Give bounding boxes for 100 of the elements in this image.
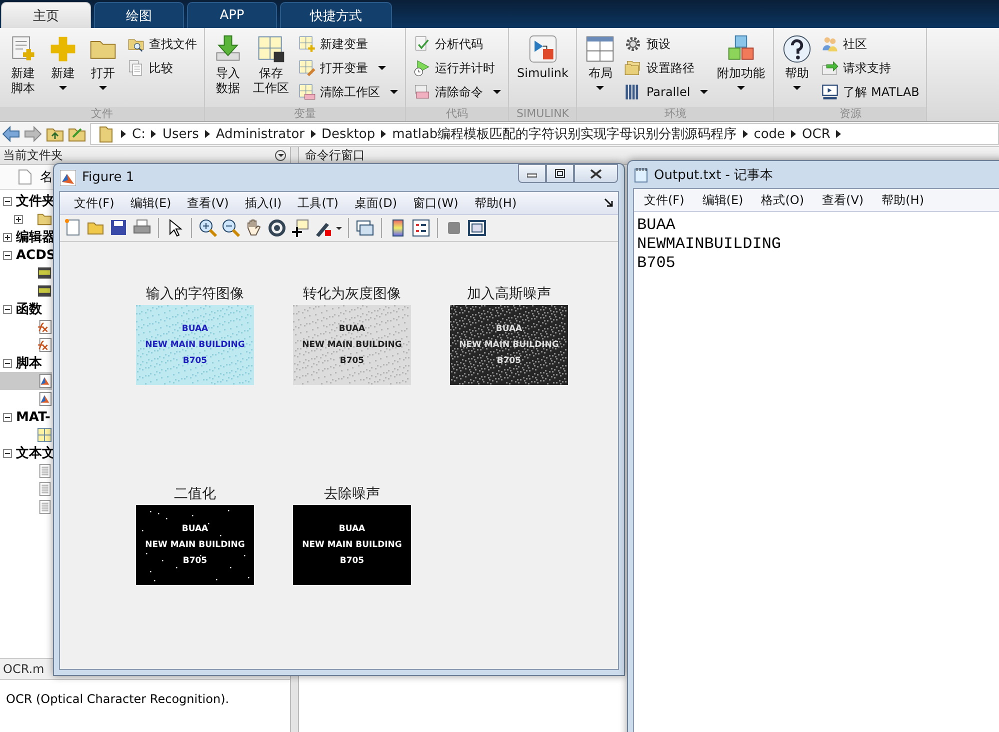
menu-item[interactable]: 查看(V) (814, 190, 872, 210)
menu-item[interactable]: 查看(V) (179, 192, 237, 214)
menu-item[interactable]: 帮助(H) (874, 190, 932, 210)
expander-icon[interactable] (3, 358, 12, 368)
path-segment[interactable]: Users (162, 126, 199, 142)
maximize-button[interactable] (546, 164, 574, 183)
path-segment[interactable]: OCR (802, 126, 830, 142)
eraser-icon (413, 83, 431, 101)
address-bar[interactable]: C: Users Administrator Desktop matlab编程模板匹配的字符识别实现字母识别分割源码程序 code OCR (90, 123, 999, 145)
ribbon-button[interactable]: 保存 工作区 (249, 34, 293, 107)
image-title: 输入的字符图像 (146, 285, 244, 303)
group-label: 文件 (0, 107, 204, 121)
expander-icon[interactable] (3, 232, 12, 242)
ribbon-button[interactable]: 查找文件 (127, 34, 197, 54)
legend-icon[interactable] (411, 218, 431, 238)
path-segment[interactable]: matlab编程模板匹配的字符识别实现字母识别分割源码程序 (392, 125, 737, 143)
ribbon-button[interactable]: 导入 数据 (209, 34, 247, 107)
ribbon-button[interactable]: 清除命令 (413, 82, 501, 102)
menu-item[interactable]: 窗口(W) (405, 192, 466, 214)
text-file-icon (37, 499, 52, 515)
back-arrow-icon[interactable] (2, 125, 20, 143)
tree-group[interactable]: 函数 (0, 300, 42, 318)
path-segment[interactable]: code (754, 126, 786, 142)
ribbon-tab[interactable]: 绘图 (94, 2, 184, 28)
ribbon-button[interactable]: 新建 脚本 (4, 34, 42, 107)
dock-arrow-icon[interactable] (604, 198, 614, 208)
close-button[interactable] (574, 164, 618, 183)
dropdown-icon[interactable] (336, 226, 342, 230)
frame-icon[interactable] (467, 218, 487, 238)
expander-icon[interactable] (3, 448, 12, 458)
ribbon-button[interactable]: 分析代码 (413, 34, 501, 54)
ribbon-button[interactable]: 清除工作区 (298, 82, 398, 102)
tree-group[interactable]: 脚本 (0, 354, 42, 372)
ribbon-button[interactable]: 打开 (84, 34, 122, 107)
ribbon-button[interactable]: 设置路径 (624, 58, 708, 78)
window-title: Output.txt - 记事本 (654, 166, 774, 184)
ribbon-tab[interactable]: 快捷方式 (280, 2, 392, 28)
image-text: B705 (340, 354, 364, 368)
ribbon-button[interactable]: 附加功能 (713, 34, 770, 107)
image-text: NEW MAIN BUILDING (145, 538, 245, 552)
ribbon-button[interactable]: 了解 MATLAB (821, 82, 920, 102)
menu-item[interactable]: 格式(O) (753, 190, 812, 210)
text-line: B705 (637, 254, 676, 273)
ribbon-tab[interactable]: APP (187, 2, 277, 28)
expander-icon[interactable] (3, 412, 12, 422)
group-label: SIMULINK (509, 107, 576, 121)
ribbon-button[interactable]: 布局 (581, 34, 620, 107)
tree-group[interactable]: 编辑器 (0, 228, 55, 246)
image-text: BUAA (496, 322, 522, 336)
menu-item[interactable]: 编辑(E) (694, 190, 752, 210)
forward-arrow-icon[interactable] (24, 125, 42, 143)
tree-group[interactable]: ACDS (0, 246, 56, 264)
menu-item[interactable]: 编辑(E) (122, 192, 180, 214)
image-file-icon (37, 283, 52, 299)
expander-icon[interactable] (3, 196, 12, 206)
menu-item[interactable]: 工具(T) (290, 192, 346, 214)
ribbon-button[interactable]: 帮助 (778, 34, 816, 107)
tree-item[interactable] (0, 372, 52, 390)
group-label: 代码 (406, 107, 508, 121)
image-text: BUAA (182, 522, 208, 536)
zoom-in-icon[interactable] (198, 218, 218, 238)
menu-item[interactable]: 桌面(D) (346, 192, 406, 214)
link-icon[interactable] (355, 218, 375, 238)
expander-icon[interactable] (3, 304, 12, 314)
data-cursor-icon[interactable] (290, 218, 310, 238)
ribbon-button[interactable]: Simulink (513, 34, 572, 107)
path-segment[interactable]: Desktop (322, 126, 376, 142)
help-icon (782, 34, 812, 64)
column-header[interactable]: 名 (40, 168, 53, 186)
grid-eraser-icon (298, 83, 316, 101)
path-segment[interactable]: Administrator (216, 126, 304, 142)
tree-group[interactable]: 文件夹 (0, 192, 55, 210)
script-file-icon (37, 391, 52, 407)
path-segment[interactable]: C: (132, 126, 146, 142)
tree-group[interactable]: MAT- (0, 408, 50, 426)
ribbon-button[interactable]: 请求支持 (821, 58, 920, 78)
menu-item[interactable]: 文件(F) (636, 190, 692, 210)
ribbon-button[interactable]: 新建 (44, 34, 82, 107)
rotate-icon[interactable] (267, 218, 287, 238)
text-line: NEWMAINBUILDING (637, 235, 782, 254)
notepad-icon (634, 166, 648, 182)
ribbon-button[interactable]: 预设 (624, 34, 708, 54)
expander-icon[interactable] (3, 250, 12, 260)
expander-icon[interactable] (14, 214, 23, 224)
image-text: NEW MAIN BUILDING (302, 338, 402, 352)
menu-item[interactable]: 插入(I) (236, 192, 290, 214)
ribbon-button[interactable]: Parallel (624, 82, 708, 102)
ribbon-button[interactable]: 运行并计时 (413, 58, 501, 78)
ribbon-button[interactable]: 打开变量 (298, 58, 398, 78)
ribbon-button[interactable]: 社区 (821, 34, 920, 54)
minimize-button[interactable] (518, 164, 546, 183)
ribbon-button[interactable]: 新建变量 (298, 34, 398, 54)
panel-menu-icon[interactable] (275, 150, 286, 161)
ribbon-tab[interactable]: 主页 (1, 2, 91, 28)
ribbon-button[interactable]: 比较 (127, 58, 197, 78)
menu-item[interactable]: 文件(F) (66, 192, 122, 214)
image-text: B705 (496, 354, 522, 368)
menu-item[interactable]: 帮助(H) (466, 192, 525, 214)
save-icon[interactable] (109, 218, 129, 238)
zoom-out-icon[interactable] (221, 218, 241, 238)
